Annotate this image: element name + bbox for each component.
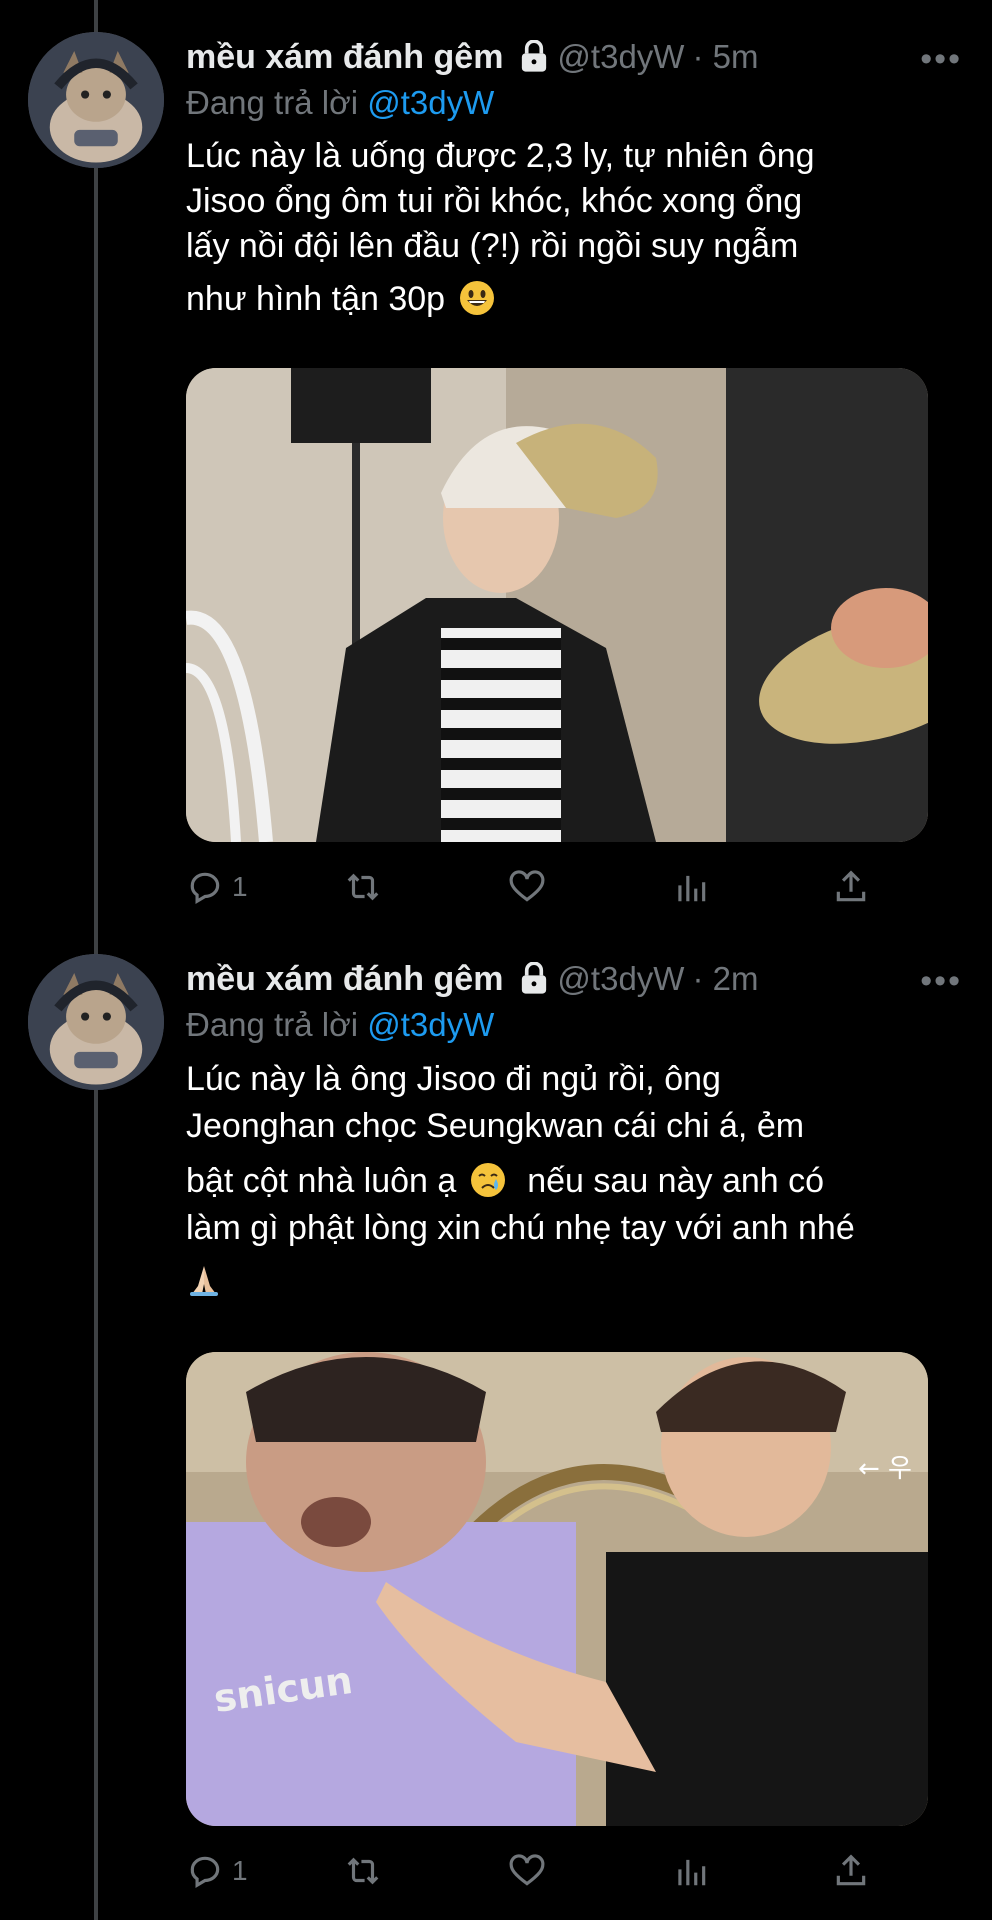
display-name[interactable]: mều xám đánh gêm [186,38,503,77]
crying-face-icon [470,1163,505,1197]
analytics-icon [678,1859,706,1886]
reply-button[interactable]: 1 [186,1852,248,1890]
share-button[interactable] [832,868,870,906]
tweet-actions: 1 [186,1846,886,1896]
tweet-2[interactable]: mều xám đánh gêm @t3dyW · 2m ••• Đang tr… [0,922,992,1920]
timestamp[interactable]: · 5m [692,38,758,76]
display-name[interactable]: mều xám đánh gêm [186,960,503,999]
like-icon [509,1854,545,1886]
replying-to-mention[interactable]: @t3dyW [367,84,494,121]
tweet-line: làm gì phật lòng xin chú nhẹ tay với anh… [186,1209,855,1247]
retweet-button[interactable] [344,868,382,906]
tweet-line: Lúc này là uống được 2,3 ly, tự nhiên ôn… [186,137,815,175]
tweet-line: nếu sau này anh có [527,1162,825,1200]
reply-button[interactable]: 1 [186,868,248,906]
folded-hands-icon [190,1266,218,1296]
retweet-button[interactable] [344,1852,382,1890]
reply-icon [190,1856,220,1889]
tweet-1[interactable]: mều xám đánh gêm @t3dyW · 5m ••• Đang tr… [0,0,992,920]
replying-to-label: Đang trả lời [186,84,359,121]
replying-to-label: Đang trả lời [186,1006,359,1043]
retweet-icon [347,1857,379,1885]
analytics-button[interactable] [672,1852,710,1890]
avatar[interactable] [28,954,164,1090]
grinning-face-icon [459,281,494,315]
like-button[interactable] [508,1852,546,1890]
tweet-line: Jisoo ổng ôm tui rồi khóc, khóc xong ổng [186,182,803,220]
analytics-icon [678,875,706,902]
user-handle[interactable]: @t3dyW [557,38,684,76]
lock-icon [522,962,547,994]
reply-count: 1 [232,871,248,902]
share-icon [836,1854,866,1886]
share-icon [836,870,866,902]
replying-to: Đang trả lời @t3dyW [186,1006,962,1050]
reply-icon [190,872,220,905]
avatar[interactable] [28,32,164,168]
lock-icon [522,40,547,72]
more-icon[interactable]: ••• [920,962,962,1001]
like-icon [509,870,545,902]
svg-text:← 우: ← 우 [858,1454,912,1484]
tweet-image[interactable] [186,368,928,842]
like-button[interactable] [508,868,546,906]
analytics-button[interactable] [672,868,710,906]
tweet-text: Lúc này là ông Jisoo đi ngủ rồi, ông Jeo… [186,1056,962,1305]
tweet-text: Lúc này là uống được 2,3 ly, tự nhiên ôn… [186,134,962,322]
timestamp[interactable]: · 2m [692,960,758,998]
tweet-actions: 1 [186,862,886,912]
replying-to: Đang trả lời @t3dyW [186,84,962,128]
replying-to-mention[interactable]: @t3dyW [367,1006,494,1043]
share-button[interactable] [832,1852,870,1890]
tweet-line: Jeonghan chọc Seungkwan cái chi á, ẻm [186,1107,805,1145]
reply-count: 1 [232,1855,248,1886]
tweet-line: như hình tận 30p [186,280,446,318]
tweet-line: bật cột nhà luôn ạ [186,1162,457,1200]
tweet-line: Lúc này là ông Jisoo đi ngủ rồi, ông [186,1060,721,1098]
more-icon[interactable]: ••• [920,40,962,79]
tweet-image[interactable]: snicun ← 우 [186,1352,928,1826]
user-handle[interactable]: @t3dyW [557,960,684,998]
tweet-line: lấy nồi đội lên đầu (?!) rồi ngồi suy ng… [186,227,799,265]
retweet-icon [347,873,379,901]
